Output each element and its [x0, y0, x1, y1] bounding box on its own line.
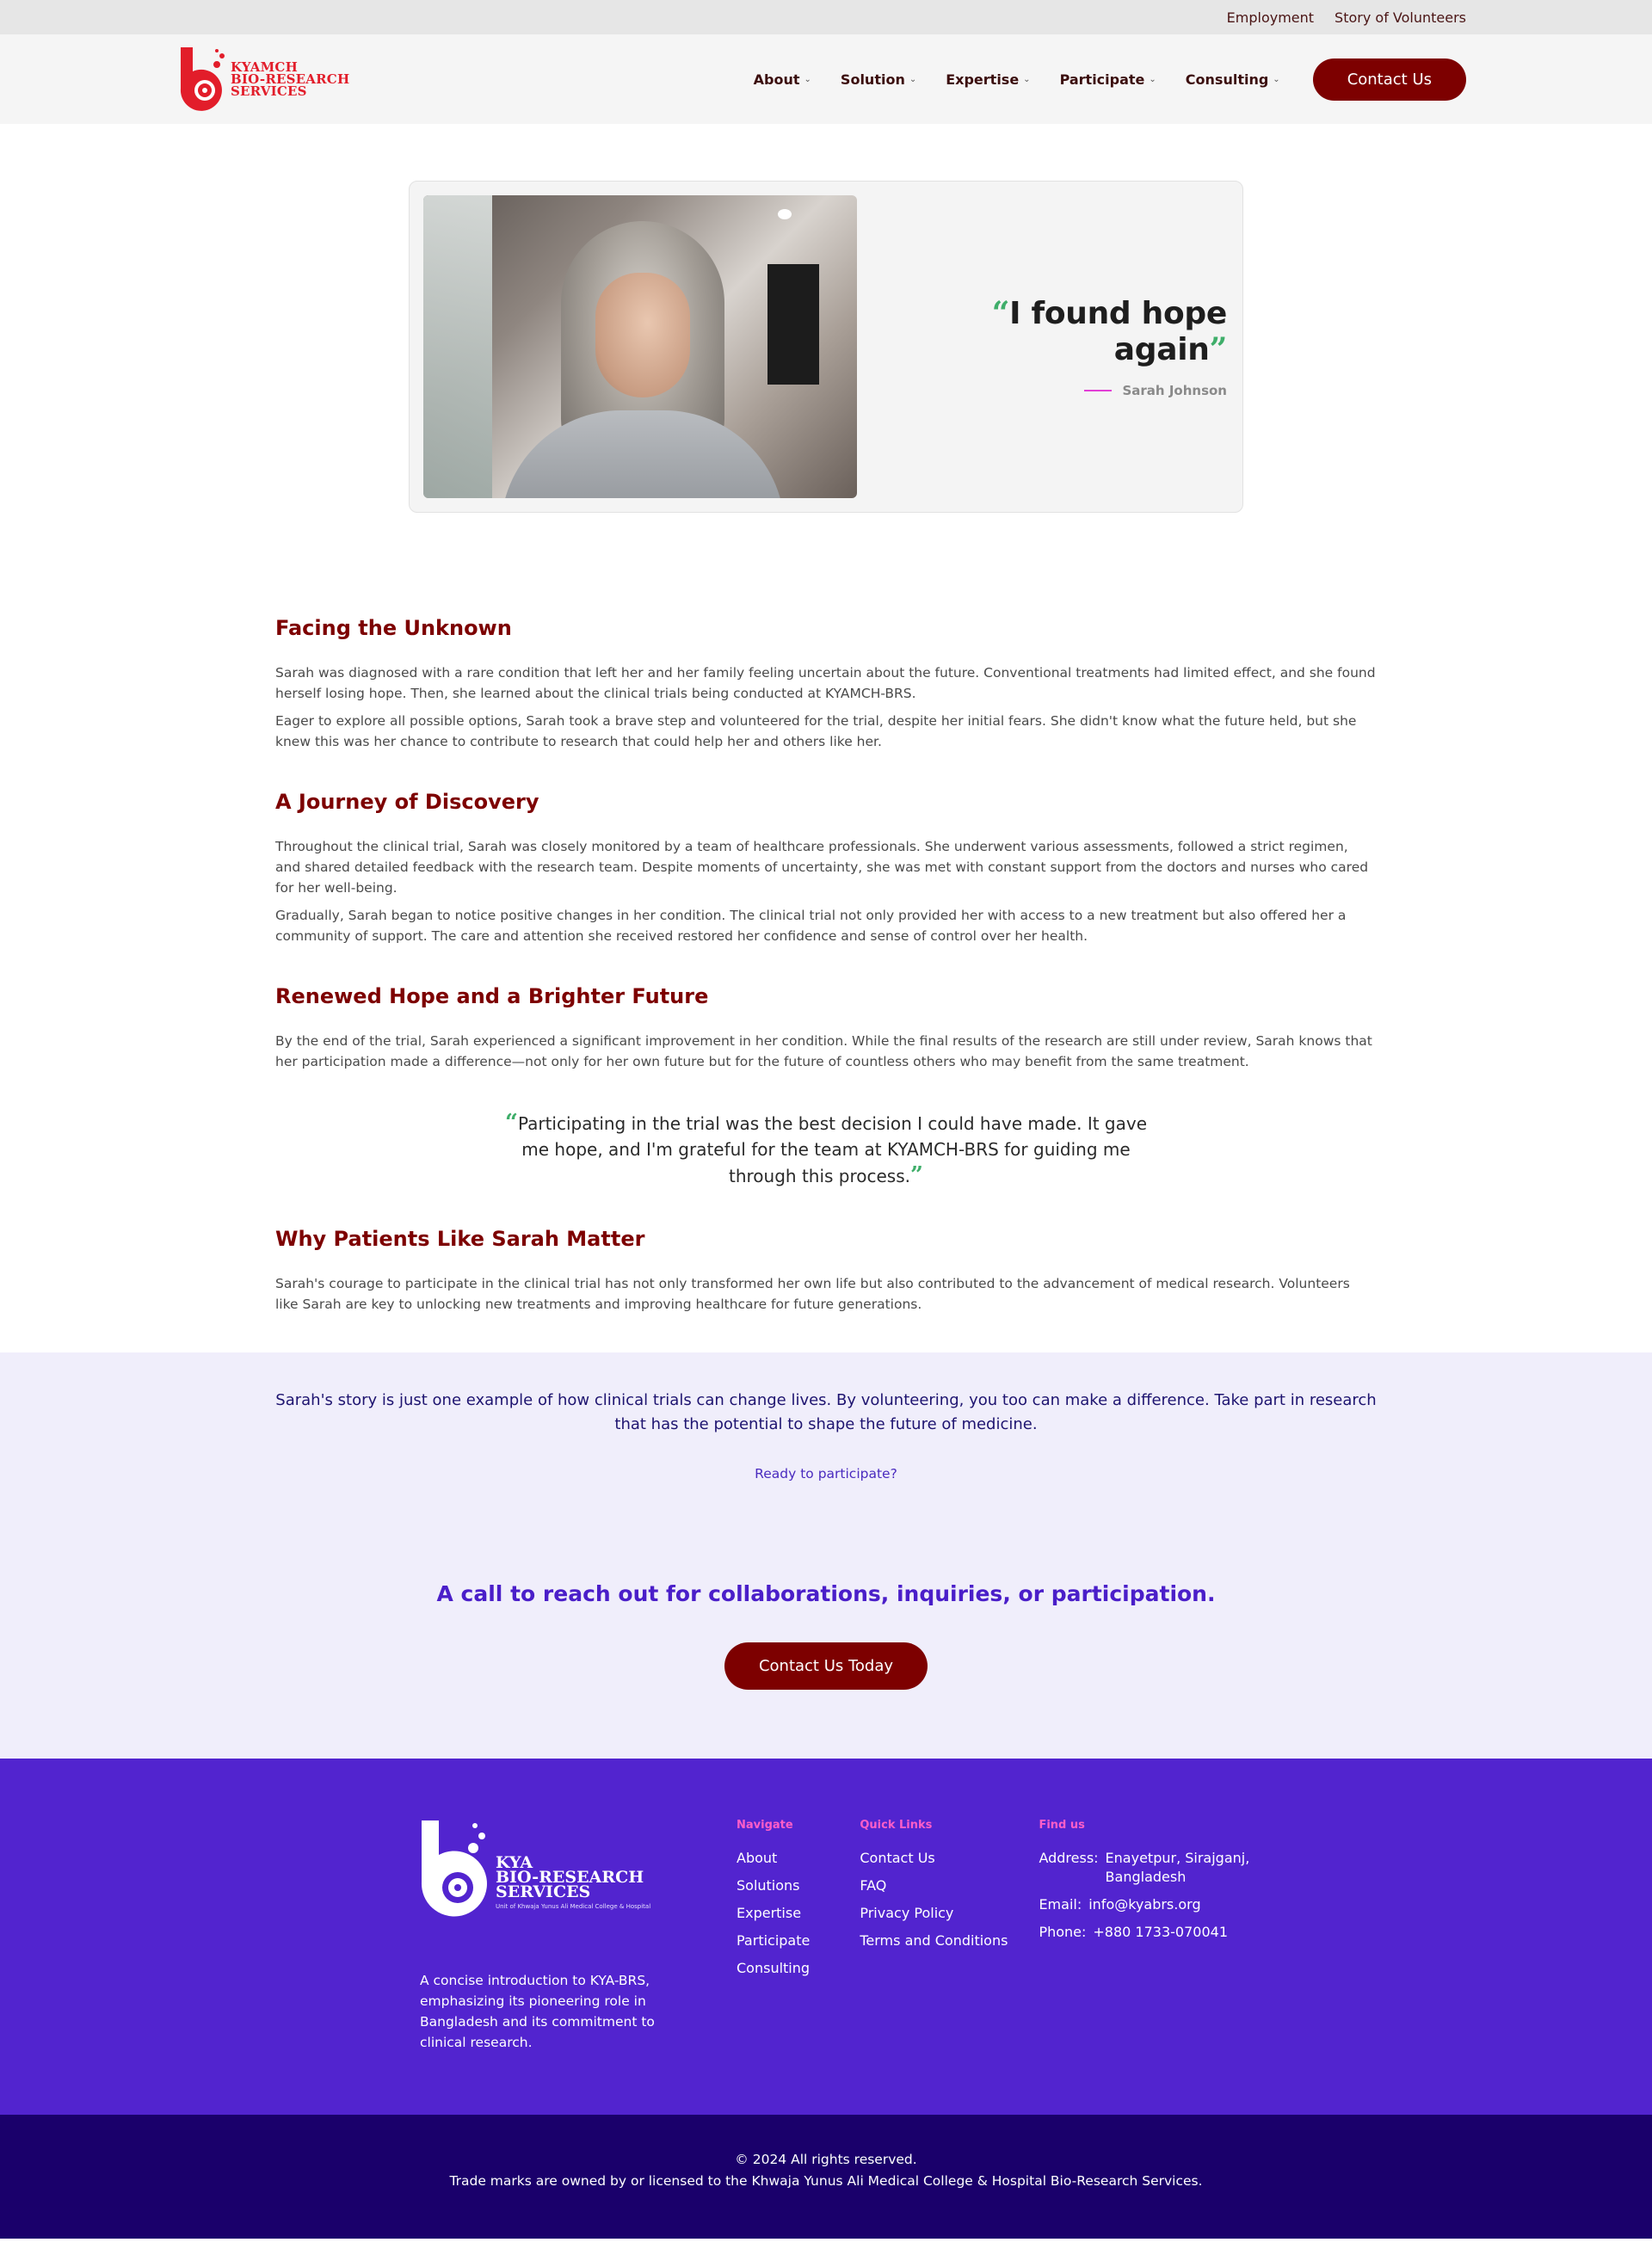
testimonial-photo — [423, 195, 857, 498]
nav-label: Consulting — [1185, 71, 1269, 88]
author-name: Sarah Johnson — [1122, 383, 1227, 398]
footer-link-solutions[interactable]: Solutions — [737, 1877, 800, 1894]
section-paragraph: Eager to explore all possible options, S… — [275, 713, 1357, 749]
footer-navigate: Navigate About Solutions Expertise Parti… — [737, 1819, 810, 2054]
trademark-text: Trade marks are owned by or licensed to … — [449, 2173, 1203, 2189]
logo-line: SERVICES — [231, 83, 307, 99]
site-logo[interactable]: KYAMCH BIO-RESEARCH SERVICES — [179, 46, 349, 113]
logo-flask-icon — [180, 47, 225, 111]
story-section: Renewed Hope and a Brighter Future By th… — [275, 984, 1377, 1072]
logo-wordmark: KYAMCH BIO-RESEARCH SERVICES — [231, 61, 349, 99]
footer-col-title: Quick Links — [860, 1819, 933, 1832]
phone-label: Phone: — [1039, 1924, 1087, 1940]
footer-quick-links: Quick Links Contact Us FAQ Privacy Polic… — [860, 1819, 1008, 2054]
contact-us-button[interactable]: Contact Us — [1312, 58, 1466, 101]
author-divider — [1084, 390, 1113, 391]
footer-link-participate[interactable]: Participate — [737, 1932, 810, 1949]
call-to-action: Sarah's story is just one example of how… — [0, 1352, 1652, 1759]
footer-brand: KYA BIO-RESEARCH SERVICES Unit of Khwaja… — [420, 1819, 737, 2054]
nav-consulting[interactable]: Consulting ⌄ — [1186, 71, 1280, 88]
footer-phone: Phone: +880 1733-070041 — [1039, 1923, 1251, 1942]
footer-logo-wordmark: KYA BIO-RESEARCH SERVICES Unit of Khwaja… — [496, 1855, 651, 1922]
cta-heading: A call to reach out for collaborations, … — [436, 1581, 1216, 1606]
email-label: Email: — [1039, 1896, 1082, 1913]
phone-link[interactable]: +880 1733-070041 — [1093, 1923, 1228, 1942]
footer-col-title: Find us — [1039, 1819, 1085, 1832]
chevron-down-icon: ⌄ — [1149, 74, 1156, 84]
hero-author: Sarah Johnson — [878, 383, 1227, 398]
address-label: Address: — [1039, 1850, 1099, 1866]
section-paragraph: Sarah was diagnosed with a rare conditio… — [275, 665, 1376, 701]
open-quote-icon: “ — [504, 1110, 518, 1136]
footer-col-title: Navigate — [737, 1819, 793, 1832]
nav-expertise[interactable]: Expertise ⌄ — [946, 71, 1030, 88]
section-paragraph: By the end of the trial, Sarah experienc… — [275, 1033, 1372, 1069]
nav-participate[interactable]: Participate ⌄ — [1060, 71, 1156, 88]
employment-link[interactable]: Employment — [1227, 9, 1314, 26]
nav-about[interactable]: About ⌄ — [754, 71, 811, 88]
nav-label: Expertise — [946, 71, 1020, 88]
close-quote-icon: ” — [1209, 331, 1228, 367]
testimonial-card: “I found hope again” Sarah Johnson — [409, 181, 1243, 513]
contact-us-today-button[interactable]: Contact Us Today — [724, 1642, 928, 1690]
footer-find-us: Find us Address: Enayetpur, Sirajganj, B… — [1039, 1819, 1251, 2054]
nav-label: About — [753, 71, 800, 88]
nav-label: Participate — [1059, 71, 1145, 88]
section-heading: Facing the Unknown — [275, 616, 512, 640]
section-heading: Why Patients Like Sarah Matter — [275, 1227, 645, 1251]
section-heading: A Journey of Discovery — [275, 790, 539, 814]
email-link[interactable]: info@kyabrs.org — [1088, 1895, 1200, 1914]
hero-quote: “I found hope again” — [878, 295, 1228, 367]
section-heading: Renewed Hope and a Brighter Future — [275, 984, 709, 1008]
footer-link-terms[interactable]: Terms and Conditions — [860, 1932, 1008, 1949]
address-value: Enayetpur, Sirajganj, Bangladesh — [1105, 1850, 1250, 1885]
copyright-bar: © 2024 All rights reserved. Trade marks … — [0, 2115, 1652, 2239]
utility-bar: Employment Story of Volunteers — [0, 0, 1652, 34]
footer-intro: A concise introduction to KYA-BRS, empha… — [420, 1973, 655, 2050]
nav-label: Solution — [840, 71, 905, 88]
logo-flask-icon — [421, 1820, 487, 1917]
story-of-volunteers-link[interactable]: Story of Volunteers — [1335, 9, 1466, 26]
footer-link-contact[interactable]: Contact Us — [860, 1850, 934, 1866]
ready-to-participate-link[interactable]: Ready to participate? — [755, 1466, 897, 1482]
nav-solution[interactable]: Solution ⌄ — [841, 71, 916, 88]
site-header: KYAMCH BIO-RESEARCH SERVICES About ⌄ Solu… — [0, 34, 1652, 124]
story-section: Why Patients Like Sarah Matter Sarah's c… — [275, 1227, 1377, 1315]
logo-subtitle: Unit of Khwaja Yunus Ali Medical College… — [496, 1903, 651, 1910]
section-paragraph: Gradually, Sarah began to notice positiv… — [275, 908, 1347, 944]
story-section: A Journey of Discovery Throughout the cl… — [275, 790, 1377, 946]
cta-text: Sarah's story is just one example of how… — [275, 1391, 1377, 1433]
chevron-down-icon: ⌄ — [804, 74, 811, 84]
copyright-text: © 2024 All rights reserved. — [735, 2152, 917, 2167]
footer-link-consulting[interactable]: Consulting — [737, 1960, 810, 1976]
hero-quote-text: I found hope again — [1009, 296, 1227, 367]
close-quote-icon: ” — [910, 1162, 923, 1188]
section-paragraph: Sarah's courage to participate in the cl… — [275, 1276, 1350, 1312]
section-paragraph: Throughout the clinical trial, Sarah was… — [275, 839, 1369, 896]
chevron-down-icon: ⌄ — [1023, 74, 1031, 84]
footer-link-privacy[interactable]: Privacy Policy — [860, 1905, 953, 1921]
story-article: Facing the Unknown Sarah was diagnosed w… — [0, 513, 1652, 1315]
chevron-down-icon: ⌄ — [1273, 74, 1280, 84]
footer-link-expertise[interactable]: Expertise — [737, 1905, 801, 1921]
footer-link-about[interactable]: About — [737, 1850, 777, 1866]
footer-logo[interactable]: KYA BIO-RESEARCH SERVICES Unit of Khwaja… — [420, 1819, 737, 1922]
main-nav: About ⌄ Solution ⌄ Expertise ⌄ Participate ⌄… — [754, 58, 1466, 101]
footer-address: Address: Enayetpur, Sirajganj, Banglades… — [1039, 1849, 1251, 1887]
open-quote-icon: “ — [991, 295, 1010, 331]
site-footer: KYA BIO-RESEARCH SERVICES Unit of Khwaja… — [0, 1759, 1652, 2115]
story-section: Facing the Unknown Sarah was diagnosed w… — [275, 616, 1377, 752]
footer-link-faq[interactable]: FAQ — [860, 1877, 886, 1894]
hero-section: “I found hope again” Sarah Johnson — [0, 124, 1652, 513]
chevron-down-icon: ⌄ — [909, 74, 917, 84]
testimonial-text: “I found hope again” Sarah Johnson — [878, 295, 1229, 398]
pull-quote: “Participating in the trial was the best… — [490, 1110, 1162, 1189]
logo-line: SERVICES — [496, 1882, 591, 1901]
pull-quote-text: Participating in the trial was the best … — [517, 1113, 1148, 1186]
footer-email: Email: info@kyabrs.org — [1039, 1895, 1251, 1914]
